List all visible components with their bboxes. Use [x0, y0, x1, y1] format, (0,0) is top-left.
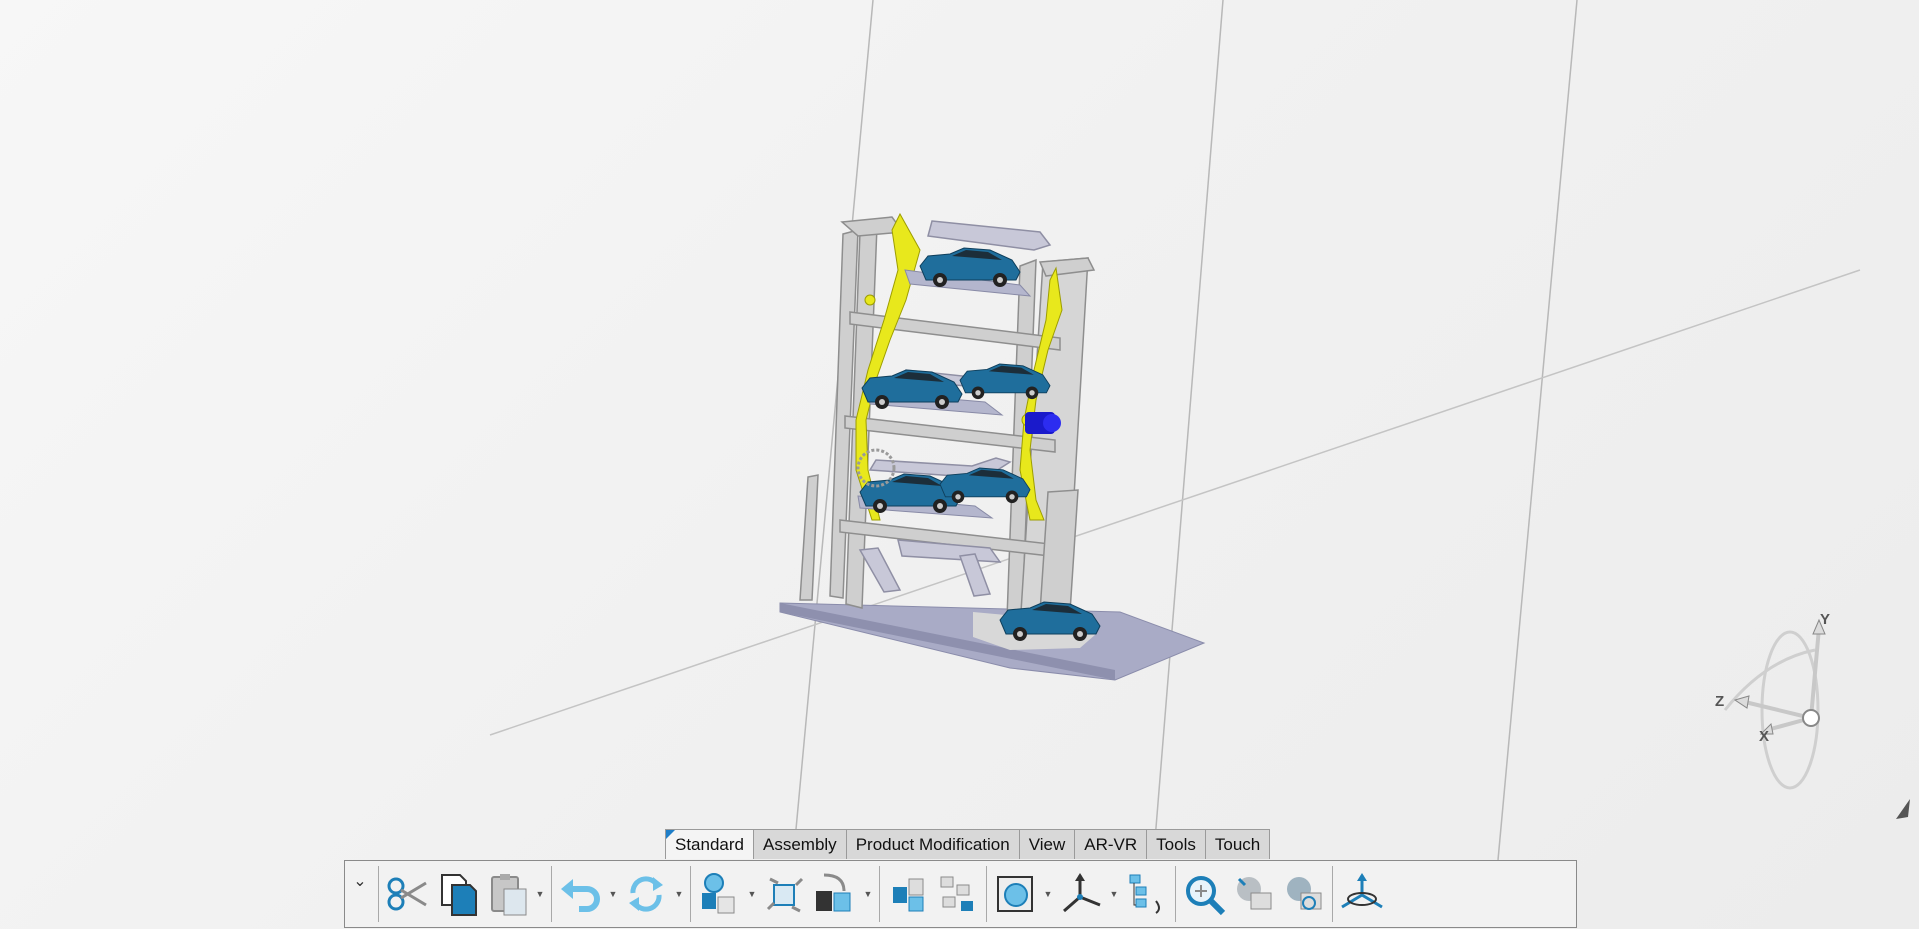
dropdown-arrow-icon[interactable]: ▼	[1106, 864, 1122, 924]
dropdown-arrow-icon[interactable]: ▼	[671, 864, 687, 924]
tab-label: Assembly	[763, 835, 837, 854]
swap-icon	[1287, 877, 1322, 910]
toolbar-separator	[551, 866, 552, 922]
toolbar-separator	[690, 866, 691, 922]
paste-button[interactable]	[482, 864, 532, 924]
catalog-icon	[702, 873, 735, 914]
product-structure-button[interactable]	[933, 864, 983, 924]
toolbar-separator	[1332, 866, 1333, 922]
drive-motor	[1025, 412, 1061, 434]
structure-icon	[940, 876, 973, 911]
undo-icon	[561, 879, 600, 912]
compass-y-label: Y	[1820, 611, 1830, 628]
compass-z-label: Z	[1715, 693, 1724, 710]
select-icon	[816, 873, 851, 912]
fit-all-button[interactable]	[1179, 864, 1229, 924]
dropdown-arrow-icon[interactable]: ▼	[860, 864, 876, 924]
3d-viewport[interactable]: Y Z X	[0, 0, 1919, 929]
section-icon	[997, 876, 1033, 912]
toolbar-tools: ▼ ▼ ▼ ▼ ▼ ▼ ▼	[382, 864, 1386, 924]
paste-icon	[491, 874, 527, 916]
tab-assembly[interactable]: Assembly	[753, 829, 847, 859]
update-icon	[629, 876, 663, 912]
toolbar-separator	[986, 866, 987, 922]
tab-label: Product Modification	[855, 835, 1010, 854]
hide-show-icon	[1237, 877, 1272, 910]
chevron-down-icon[interactable]: ⌄	[345, 861, 375, 927]
scissors-icon	[387, 877, 427, 911]
compass-x-label: X	[1759, 728, 1769, 745]
action-toolbar: ⌄ ▼ ▼ ▼ ▼ ▼ ▼ ▼	[344, 860, 1577, 928]
tab-label: AR-VR	[1084, 835, 1138, 854]
update-button[interactable]	[621, 864, 671, 924]
tab-label: Standard	[675, 835, 744, 854]
undo-button[interactable]	[555, 864, 605, 924]
tab-standard[interactable]: Standard	[665, 829, 754, 859]
copy-button[interactable]	[432, 864, 482, 924]
tab-label: Tools	[1156, 835, 1196, 854]
manipulate-icon	[766, 877, 804, 913]
tab-label: View	[1028, 835, 1066, 854]
resize-grip-icon[interactable]	[1894, 797, 1914, 821]
tab-label: Touch	[1214, 835, 1261, 854]
tab-ar-vr[interactable]: AR-VR	[1074, 829, 1148, 859]
compass-button[interactable]	[1336, 864, 1386, 924]
explode-button[interactable]	[883, 864, 933, 924]
workbench-tabs: Standard Assembly Product Modification View…	[665, 829, 1271, 860]
dropdown-arrow-icon[interactable]: ▼	[605, 864, 621, 924]
hide-show-button[interactable]	[1229, 864, 1279, 924]
active-tab-marker	[666, 830, 675, 839]
tree-reorder-button[interactable]	[1122, 864, 1172, 924]
compass-icon	[1341, 873, 1383, 909]
dropdown-arrow-icon[interactable]: ▼	[1040, 864, 1056, 924]
dropdown-arrow-icon[interactable]: ▼	[744, 864, 760, 924]
toolbar-separator	[1175, 866, 1176, 922]
explode-icon	[893, 878, 924, 912]
cut-button[interactable]	[382, 864, 432, 924]
tab-touch[interactable]: Touch	[1204, 829, 1271, 859]
dropdown-arrow-icon[interactable]: ▼	[532, 864, 548, 924]
catalog-button[interactable]	[694, 864, 744, 924]
toolbar-separator	[378, 866, 379, 922]
tree-reorder-icon	[1129, 874, 1160, 914]
copy-icon	[441, 874, 477, 916]
tab-tools[interactable]: Tools	[1146, 829, 1206, 859]
zoom-fit-icon	[1186, 876, 1226, 916]
orientation-compass[interactable]: Y Z X	[1705, 600, 1865, 800]
toolbar-separator	[879, 866, 880, 922]
swap-visible-button[interactable]	[1279, 864, 1329, 924]
axis-system-button[interactable]	[1056, 864, 1106, 924]
manipulate-button[interactable]	[760, 864, 810, 924]
axis-icon	[1063, 873, 1101, 913]
tab-product-modification[interactable]: Product Modification	[845, 829, 1020, 859]
section-button[interactable]	[990, 864, 1040, 924]
base-platform	[779, 602, 1206, 681]
assembly-model[interactable]	[0, 0, 1919, 929]
grid-lines	[489, 0, 1861, 861]
tab-view[interactable]: View	[1018, 829, 1076, 859]
select-button[interactable]	[810, 864, 860, 924]
